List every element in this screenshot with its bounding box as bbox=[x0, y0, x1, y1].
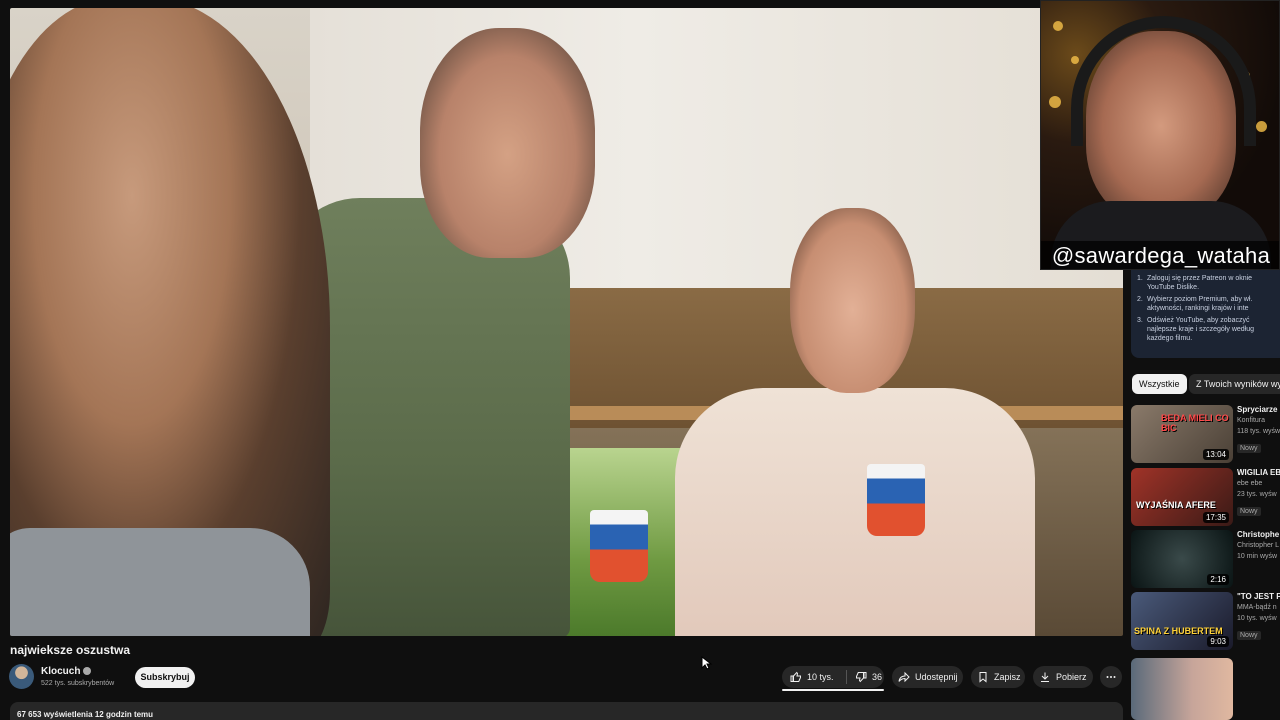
thumbnail-overlay-text: BEDA MIELI CO BIC bbox=[1161, 413, 1229, 433]
download-icon bbox=[1041, 672, 1049, 682]
video-player[interactable] bbox=[10, 8, 1123, 636]
scene-woman-head bbox=[790, 208, 915, 393]
thumbs-up-icon bbox=[790, 671, 801, 682]
suggested-video[interactable]: SPINA Z HUBERTEM 9:03 "TO JEST P WŁODARC… bbox=[1131, 592, 1280, 650]
like-count: 10 tys. bbox=[807, 672, 834, 682]
info-item-text: Zaloguj się przez Patreon w oknie YouTub… bbox=[1147, 275, 1253, 291]
dislike-info-panel: 1. Zaloguj się przez Patreon w oknie You… bbox=[1131, 270, 1280, 358]
video-thumbnail[interactable]: SPINA Z HUBERTEM 9:03 bbox=[1131, 592, 1233, 650]
view-stats: 67 653 wyświetlenia 12 godzin temu bbox=[17, 710, 154, 719]
subscriber-count: 522 tys. subskrybentów bbox=[41, 680, 115, 687]
suggested-video[interactable]: WYJAŚNIA AFERE 17:35 WIGILIA EB ebe ebe … bbox=[1131, 468, 1280, 526]
video-thumbnail[interactable]: 2:16 bbox=[1131, 530, 1233, 588]
like-divider bbox=[846, 670, 847, 684]
like-button[interactable]: 10 tys. bbox=[790, 666, 846, 688]
video-title: najwieksze oszustwa bbox=[10, 643, 131, 657]
suggested-views: 23 tys. wyśw bbox=[1237, 491, 1277, 498]
info-item: 1. Zaloguj się przez Patreon w oknie You… bbox=[1137, 274, 1274, 292]
bokeh-light bbox=[1071, 56, 1079, 64]
suggested-meta: Spryciarze Konfitura 118 tys. wyśw Nowy bbox=[1237, 405, 1280, 455]
suggested-channel[interactable]: ebe ebe bbox=[1237, 478, 1280, 489]
channel-name[interactable]: Klocuch bbox=[41, 666, 92, 677]
suggested-meta: Christophe Christopher L 10 min wyśw bbox=[1237, 530, 1280, 562]
video-thumbnail[interactable] bbox=[1131, 658, 1233, 720]
info-item: 3. Odśwież YouTube, aby zobaczyć najleps… bbox=[1137, 316, 1274, 343]
download-label: Pobierz bbox=[1056, 672, 1087, 682]
info-item-text: Wybierz poziom Premium, aby wł. aktywnoś… bbox=[1147, 296, 1253, 312]
video-duration: 2:16 bbox=[1207, 574, 1229, 585]
suggested-channel[interactable]: MMA-bądź n bbox=[1237, 602, 1280, 613]
share-icon bbox=[898, 671, 910, 683]
suggested-channel[interactable]: Konfitura bbox=[1237, 415, 1280, 426]
chip-from-your-search[interactable]: Z Twoich wyników wys bbox=[1189, 374, 1280, 394]
video-duration: 17:35 bbox=[1202, 512, 1229, 523]
chip-all[interactable]: Wszystkie bbox=[1132, 374, 1187, 394]
suggested-views: 10 tys. wyśw bbox=[1237, 615, 1277, 622]
like-ratio-bar bbox=[782, 689, 884, 691]
suggested-views: 118 tys. wyśw bbox=[1237, 428, 1280, 435]
headset bbox=[1071, 16, 1256, 146]
video-duration: 13:04 bbox=[1202, 449, 1229, 460]
bokeh-light bbox=[1256, 121, 1267, 132]
suggested-video[interactable]: 2:16 Christophe Christopher L 10 min wyś… bbox=[1131, 530, 1280, 588]
download-button[interactable]: Pobierz bbox=[1033, 666, 1093, 688]
new-badge: Nowy bbox=[1237, 507, 1261, 516]
thumbnail-overlay-text: WYJAŚNIA AFERE bbox=[1136, 500, 1216, 510]
info-item: 2. Wybierz poziom Premium, aby wł. aktyw… bbox=[1137, 295, 1274, 313]
streamer-webcam: @sawardega_wataha bbox=[1040, 0, 1280, 270]
info-item-number: 1. bbox=[1137, 275, 1143, 282]
yogurt-cup bbox=[867, 464, 925, 536]
suggested-title[interactable]: WIGILIA EB bbox=[1237, 468, 1280, 478]
subscribe-button[interactable]: Subskrybuj bbox=[135, 667, 195, 688]
dislike-count: 36 bbox=[872, 672, 883, 682]
video-thumbnail[interactable]: BEDA MIELI CO BIC 13:04 bbox=[1131, 405, 1233, 463]
yogurt-cup bbox=[590, 510, 648, 582]
suggested-channel[interactable]: Christopher L bbox=[1237, 540, 1280, 551]
new-badge: Nowy bbox=[1237, 631, 1261, 640]
scene-man-head bbox=[420, 28, 595, 258]
suggested-meta: WIGILIA EB ebe ebe 23 tys. wyśw Nowy bbox=[1237, 468, 1280, 518]
info-item-number: 3. bbox=[1137, 317, 1143, 324]
mouse-cursor-icon bbox=[701, 656, 713, 670]
description-box[interactable]: 67 653 wyświetlenia 12 godzin temu bbox=[10, 702, 1123, 720]
new-badge: Nowy bbox=[1237, 444, 1261, 453]
suggested-video[interactable] bbox=[1131, 658, 1280, 720]
suggested-video[interactable]: BEDA MIELI CO BIC 13:04 Spryciarze Konfi… bbox=[1131, 405, 1280, 463]
channel-name-text[interactable]: Klocuch bbox=[41, 666, 80, 677]
suggested-title[interactable]: Spryciarze bbox=[1237, 405, 1280, 415]
info-item-text: Odśwież YouTube, aby zobaczyć najlepsze … bbox=[1147, 317, 1254, 342]
bokeh-light bbox=[1049, 96, 1061, 108]
like-dislike-group: 10 tys. 36 bbox=[782, 666, 884, 688]
suggested-meta: "TO JEST P WŁODARCZ MMA-bądź n 10 tys. w… bbox=[1237, 592, 1280, 642]
video-duration: 9:03 bbox=[1207, 636, 1229, 647]
webcam-handle: @sawardega_wataha bbox=[1041, 241, 1279, 269]
more-actions-button[interactable] bbox=[1100, 666, 1122, 688]
verified-icon bbox=[83, 667, 92, 676]
thumbs-down-icon bbox=[856, 672, 867, 683]
video-thumbnail[interactable]: WYJAŚNIA AFERE 17:35 bbox=[1131, 468, 1233, 526]
info-item-number: 2. bbox=[1137, 296, 1143, 303]
scene-woman bbox=[675, 388, 1035, 636]
share-button[interactable]: Udostępnij bbox=[892, 666, 963, 688]
save-button[interactable]: Zapisz bbox=[971, 666, 1025, 688]
suggested-views: 10 min wyśw bbox=[1237, 553, 1278, 560]
scene-boy-shirt bbox=[10, 528, 310, 636]
more-horizontal-icon bbox=[1106, 676, 1116, 678]
dislike-button[interactable]: 36 bbox=[855, 666, 882, 688]
suggested-title[interactable]: Christophe bbox=[1237, 530, 1280, 540]
share-label: Udostępnij bbox=[915, 672, 958, 682]
save-label: Zapisz bbox=[994, 672, 1021, 682]
thumbnail-overlay-text: SPINA Z HUBERTEM bbox=[1134, 626, 1223, 636]
channel-avatar[interactable] bbox=[9, 664, 34, 689]
bookmark-icon bbox=[979, 672, 987, 683]
suggested-title[interactable]: "TO JEST P WŁODARCZ bbox=[1237, 592, 1280, 602]
bokeh-light bbox=[1053, 21, 1063, 31]
